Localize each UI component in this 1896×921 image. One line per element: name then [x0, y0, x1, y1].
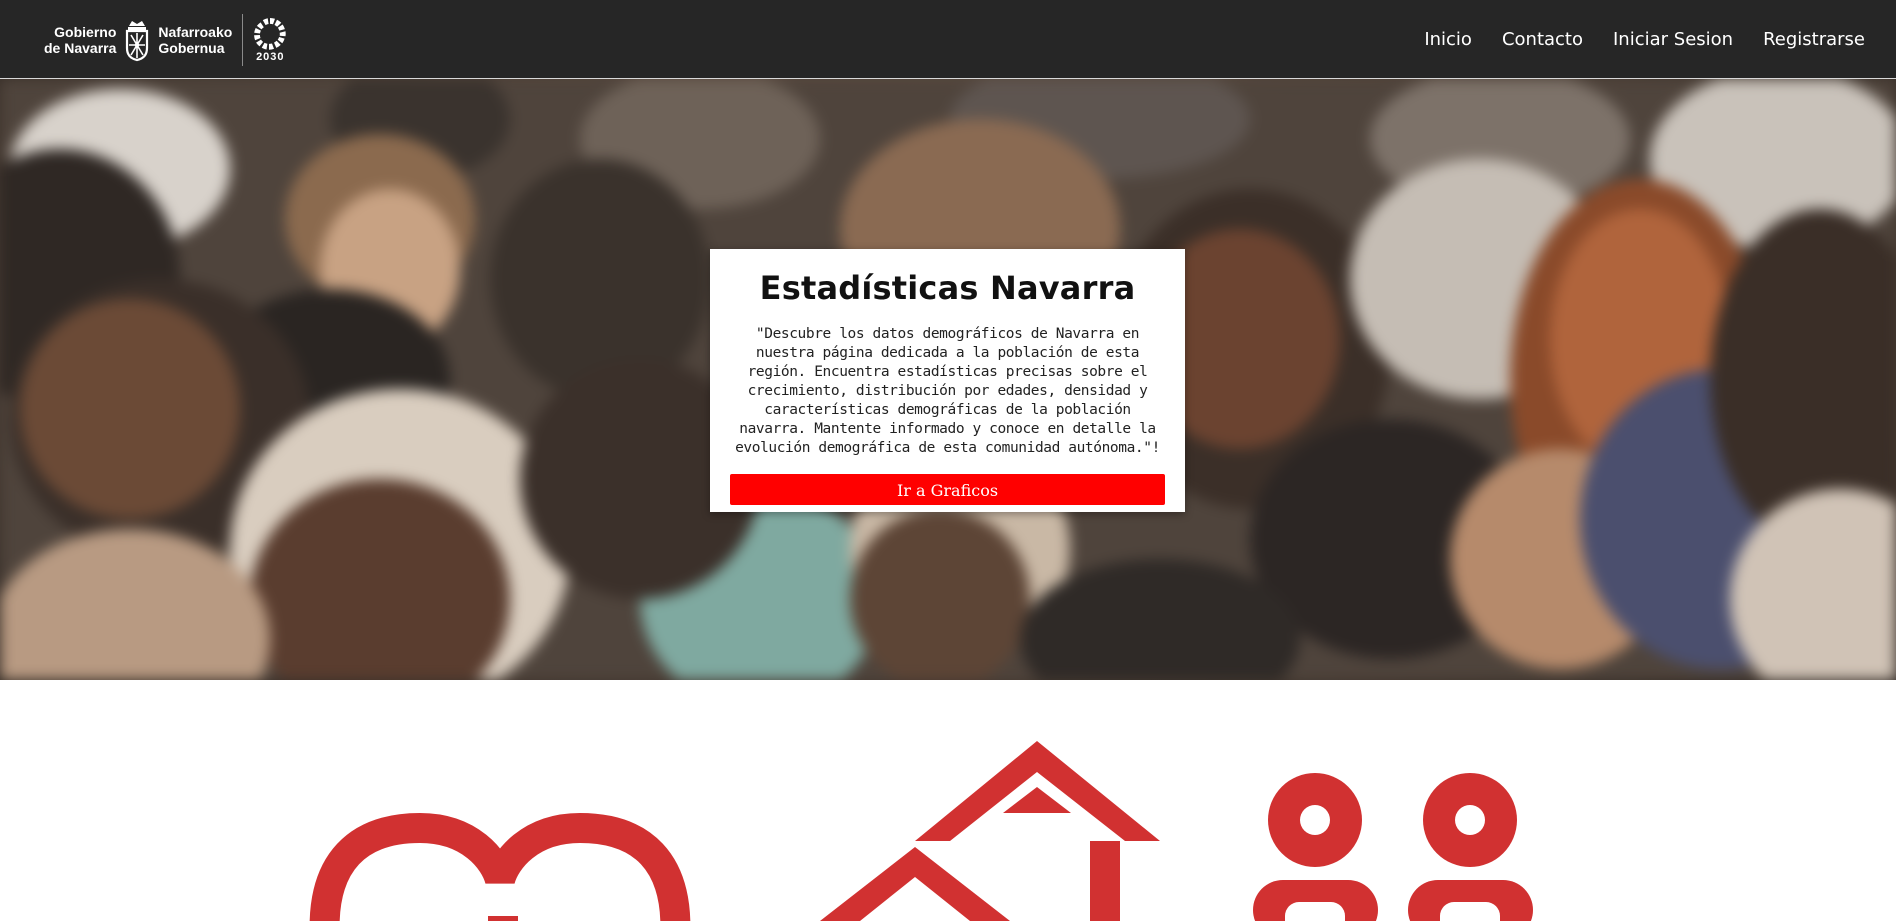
logo-line: Gobierno	[54, 24, 117, 40]
features-icons	[309, 741, 1533, 921]
logo-line: de Navarra	[44, 40, 117, 56]
sdg-wheel-icon	[254, 18, 287, 50]
features-icons-section	[0, 680, 1896, 921]
nav-contacto-link[interactable]: Contacto	[1502, 29, 1583, 50]
logo-line: Nafarroako	[158, 24, 233, 40]
people-icon	[1253, 773, 1533, 921]
logo-line: Gobernua	[158, 40, 225, 56]
hero-info-card: Estadísticas Navarra "Descubre los datos…	[710, 249, 1185, 512]
agenda-2030-logo: 2030	[253, 17, 287, 63]
heart-icon	[309, 812, 691, 921]
house-icon	[820, 741, 1160, 921]
top-navbar: Gobierno de Navarra Nafarroako Gobernua	[0, 0, 1896, 79]
nav-registrarse-link[interactable]: Registrarse	[1763, 29, 1865, 50]
hero-title: Estadísticas Navarra	[759, 269, 1136, 307]
logo-divider	[242, 14, 244, 66]
hero-description: "Descubre los datos demográficos de Nava…	[735, 326, 1160, 456]
agenda-year: 2030	[256, 51, 285, 63]
nav-iniciar-sesion-link[interactable]: Iniciar Sesion	[1613, 29, 1733, 50]
logo-text-basque: Nafarroako Gobernua	[158, 24, 232, 56]
nav-inicio-link[interactable]: Inicio	[1424, 29, 1472, 50]
hero-section: Estadísticas Navarra "Descubre los datos…	[0, 79, 1896, 680]
main-nav: Inicio Contacto Iniciar Sesion Registrar…	[1394, 0, 1865, 79]
logo-text-spanish: Gobierno de Navarra	[44, 24, 116, 56]
coat-of-arms-icon	[126, 21, 149, 62]
heart-icon-detail	[488, 916, 518, 921]
ir-a-graficos-button[interactable]: Ir a Graficos	[730, 474, 1165, 505]
gobierno-navarra-logo[interactable]: Gobierno de Navarra Nafarroako Gobernua	[44, 12, 287, 68]
